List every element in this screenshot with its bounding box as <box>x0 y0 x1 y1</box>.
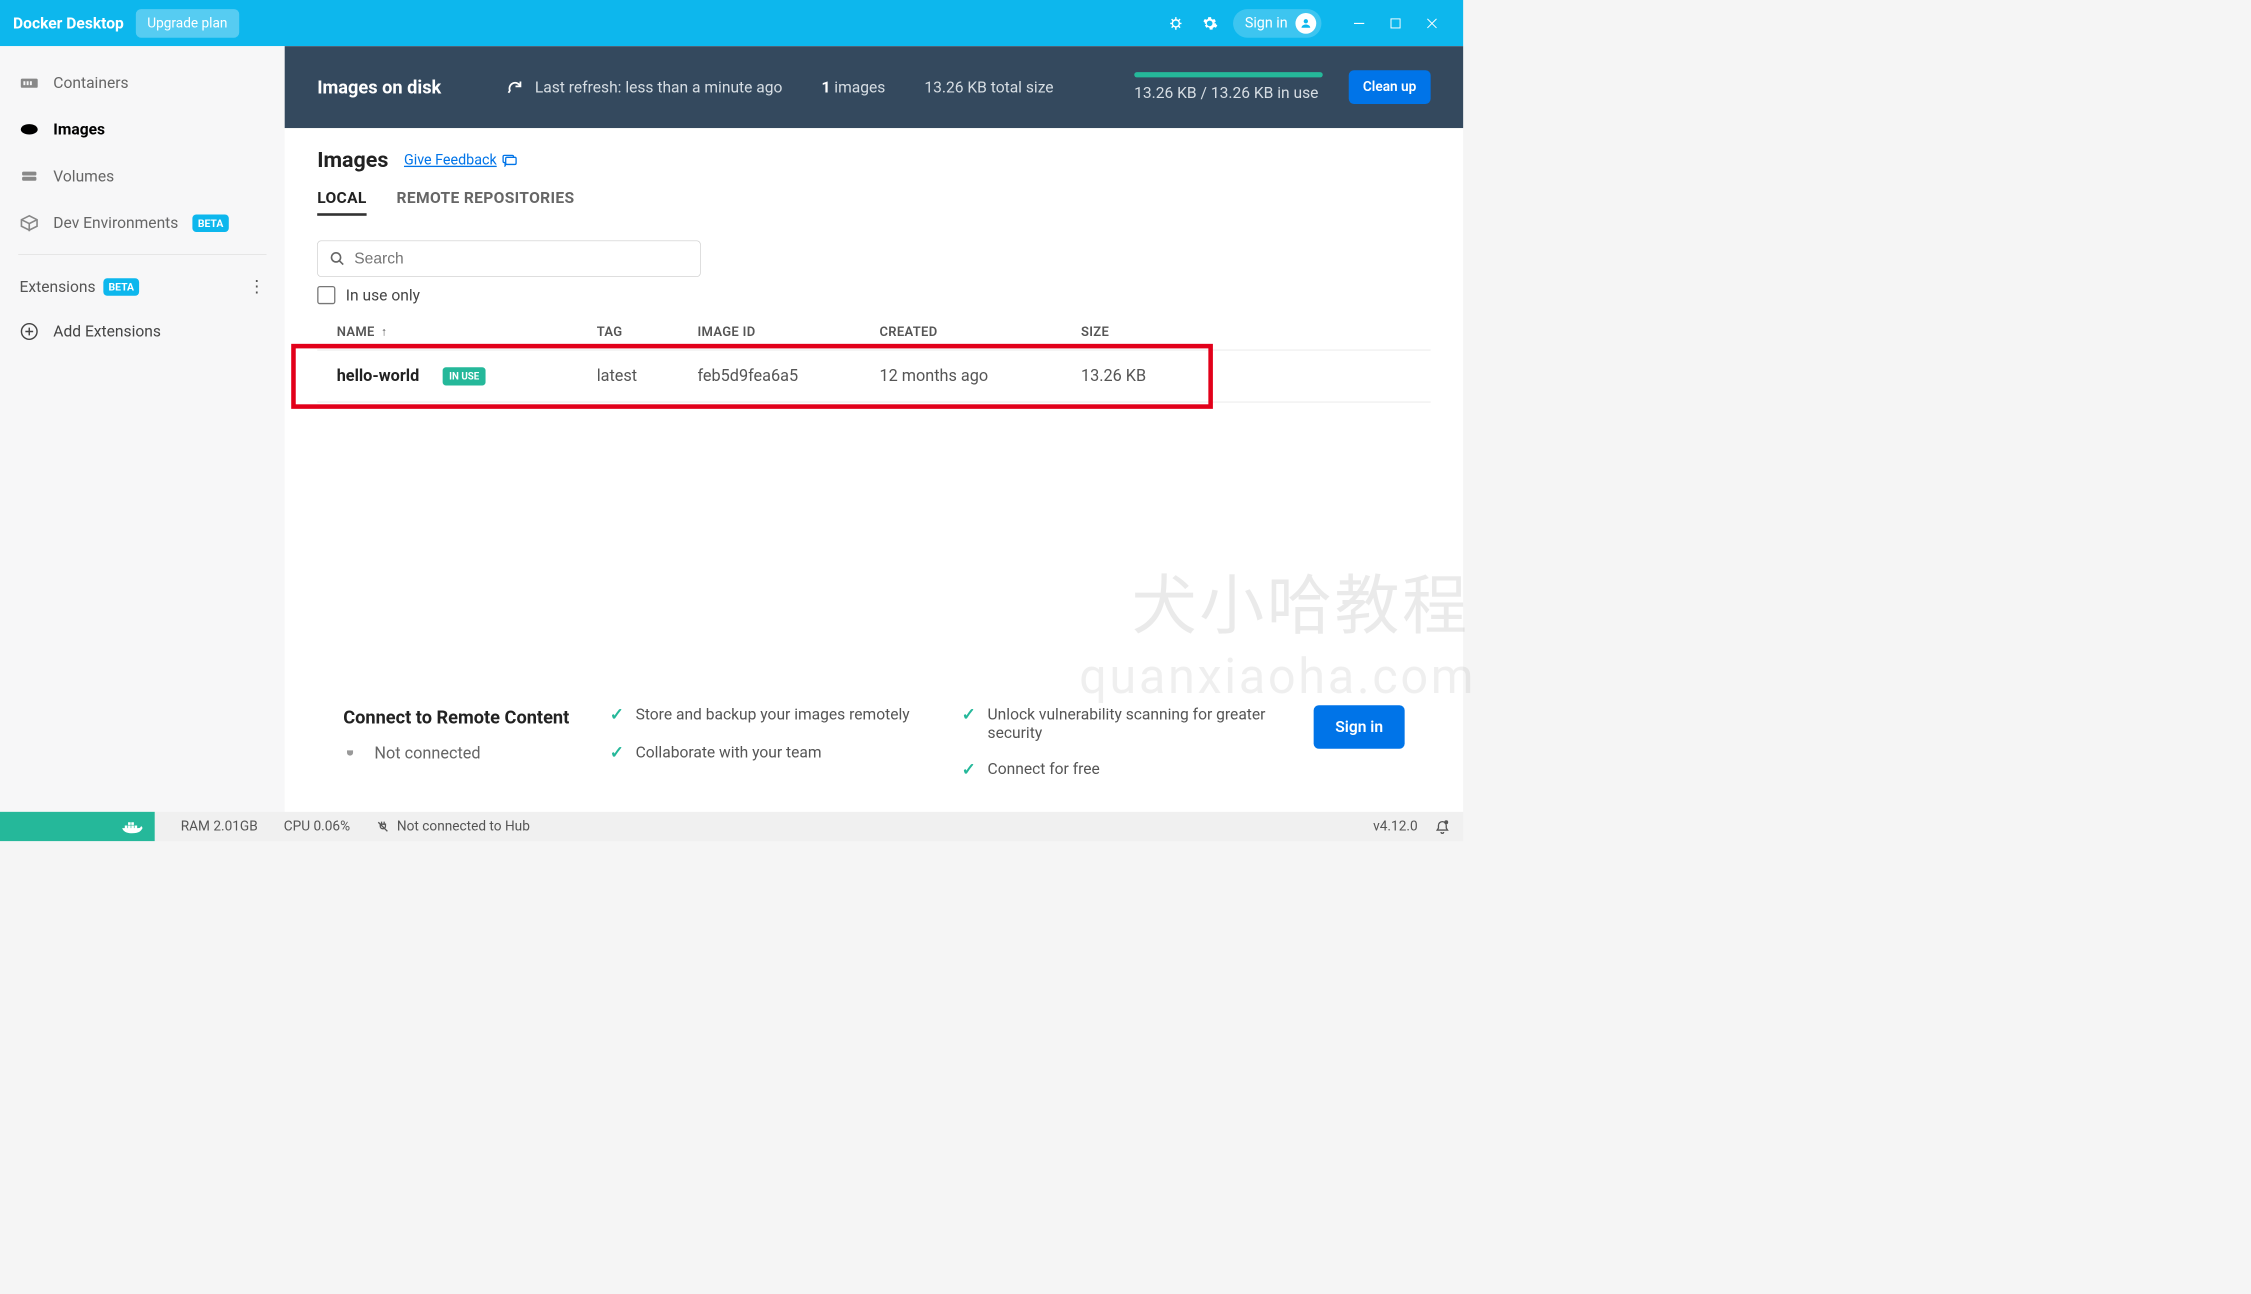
minimize-button[interactable] <box>1341 10 1377 36</box>
volumes-icon <box>20 168 40 185</box>
image-created: 12 months ago <box>879 367 1081 386</box>
table-header: NAME ↑ TAG IMAGE ID CREATED SIZE <box>317 324 1430 351</box>
tab-local[interactable]: LOCAL <box>317 189 366 216</box>
version-text: v4.12.0 <box>1373 819 1418 835</box>
beta-badge: BETA <box>193 214 229 232</box>
sort-asc-icon: ↑ <box>381 325 387 339</box>
extensions-header: Extensions BETA ⋮ <box>0 263 285 311</box>
usage-bar <box>1134 72 1323 77</box>
images-table: NAME ↑ TAG IMAGE ID CREATED SIZE hello-w… <box>317 324 1430 403</box>
cleanup-button[interactable]: Clean up <box>1349 70 1431 104</box>
close-button[interactable] <box>1414 10 1450 36</box>
dev-env-icon <box>20 214 40 231</box>
disk-title: Images on disk <box>317 76 441 97</box>
disk-header: Images on disk Last refresh: less than a… <box>285 46 1463 128</box>
containers-icon <box>20 74 40 91</box>
benefit-item: ✓ Connect for free <box>962 760 1294 780</box>
main-panel: Images on disk Last refresh: less than a… <box>285 46 1463 812</box>
sidebar-item-containers[interactable]: Containers <box>0 59 285 106</box>
benefit-item: ✓ Store and backup your images remotely <box>610 705 942 725</box>
check-icon: ✓ <box>610 705 624 725</box>
benefit-item: ✓ Unlock vulnerability scanning for grea… <box>962 705 1294 741</box>
notification-icon[interactable] <box>1435 819 1451 835</box>
watermark-text: 犬小哈教程 <box>1132 553 1470 647</box>
refresh-info: Last refresh: less than a minute ago <box>506 78 782 96</box>
sidebar-item-images[interactable]: Images <box>0 106 285 153</box>
col-created-header[interactable]: CREATED <box>879 324 1081 340</box>
check-icon: ✓ <box>610 743 624 763</box>
checkbox-icon <box>317 286 335 304</box>
add-extensions-label: Add Extensions <box>53 322 161 340</box>
sidebar-label: Volumes <box>53 167 114 185</box>
gear-icon[interactable] <box>1198 11 1221 34</box>
check-icon: ✓ <box>962 705 976 725</box>
usage-text: 13.26 KB / 13.26 KB in use <box>1134 84 1323 102</box>
plus-circle-icon <box>20 323 40 340</box>
in-use-badge: IN USE <box>443 367 486 385</box>
upgrade-plan-button[interactable]: Upgrade plan <box>136 9 240 38</box>
page-title: Images <box>317 148 388 173</box>
image-size: 13.26 KB <box>1081 367 1411 386</box>
docker-status-indicator[interactable] <box>0 812 155 841</box>
give-feedback-link[interactable]: Give Feedback <box>404 152 518 168</box>
refresh-icon[interactable] <box>506 79 523 96</box>
check-icon: ✓ <box>962 760 976 780</box>
refresh-text: Last refresh: less than a minute ago <box>535 78 783 96</box>
sidebar-item-volumes[interactable]: Volumes <box>0 153 285 200</box>
signin-label: Sign in <box>1245 15 1288 31</box>
disconnected-icon <box>376 820 389 833</box>
signin-button[interactable]: Sign in <box>1233 9 1321 38</box>
image-tag: latest <box>597 367 698 386</box>
add-extensions-button[interactable]: Add Extensions <box>0 311 285 353</box>
tabs: LOCAL REMOTE REPOSITORIES <box>317 189 1430 216</box>
extensions-label: Extensions <box>20 278 96 296</box>
tab-remote[interactable]: REMOTE REPOSITORIES <box>397 189 575 216</box>
sidebar-label: Containers <box>53 73 128 91</box>
in-use-only-label: In use only <box>346 286 420 304</box>
sidebar-item-dev-environments[interactable]: Dev Environments BETA <box>0 200 285 247</box>
cpu-status: CPU 0.06% <box>284 819 350 835</box>
col-name-header[interactable]: NAME ↑ <box>337 324 597 340</box>
col-id-header[interactable]: IMAGE ID <box>697 324 879 340</box>
watermark-url: quanxiaoha.com <box>1079 648 1476 705</box>
hub-status: Not connected to Hub <box>376 819 530 835</box>
in-use-only-toggle[interactable]: In use only <box>317 286 1430 304</box>
content-area: Images Give Feedback LOCAL REMOTE REPOSI… <box>285 128 1463 686</box>
avatar-icon <box>1295 13 1316 34</box>
titlebar: Docker Desktop Upgrade plan Sign in <box>0 0 1463 46</box>
sidebar-divider <box>18 254 266 255</box>
images-icon <box>20 121 40 138</box>
usage-block: 13.26 KB / 13.26 KB in use <box>1134 72 1323 102</box>
connect-signin-button[interactable]: Sign in <box>1314 705 1405 749</box>
total-size: 13.26 KB total size <box>924 78 1053 96</box>
image-count: 1 images <box>821 78 885 96</box>
search-icon <box>330 251 346 267</box>
table-row[interactable]: hello-world IN USE latest feb5d9fea6a5 1… <box>317 350 1430 402</box>
search-box[interactable] <box>317 240 700 276</box>
ram-status: RAM 2.01GB <box>181 819 258 835</box>
benefit-item: ✓ Collaborate with your team <box>610 743 942 763</box>
statusbar: RAM 2.01GB CPU 0.06% Not connected to Hu… <box>0 812 1463 841</box>
plug-icon <box>343 744 361 762</box>
beta-badge: BETA <box>103 278 139 296</box>
col-tag-header[interactable]: TAG <box>597 324 698 340</box>
not-connected-status: Not connected <box>343 744 590 763</box>
image-id: feb5d9fea6a5 <box>697 367 879 386</box>
image-name: hello-world <box>337 367 420 386</box>
connect-title: Connect to Remote Content <box>343 705 590 730</box>
sidebar-label: Dev Environments <box>53 214 178 232</box>
search-input[interactable] <box>354 250 688 268</box>
col-size-header[interactable]: SIZE <box>1081 324 1411 340</box>
sidebar-label: Images <box>53 120 105 138</box>
sidebar: Containers Images Volumes Dev Environmen… <box>0 46 285 812</box>
maximize-button[interactable] <box>1377 10 1413 36</box>
app-title: Docker Desktop <box>13 14 124 32</box>
bug-icon[interactable] <box>1164 11 1187 34</box>
extensions-more-icon[interactable]: ⋮ <box>248 277 265 297</box>
